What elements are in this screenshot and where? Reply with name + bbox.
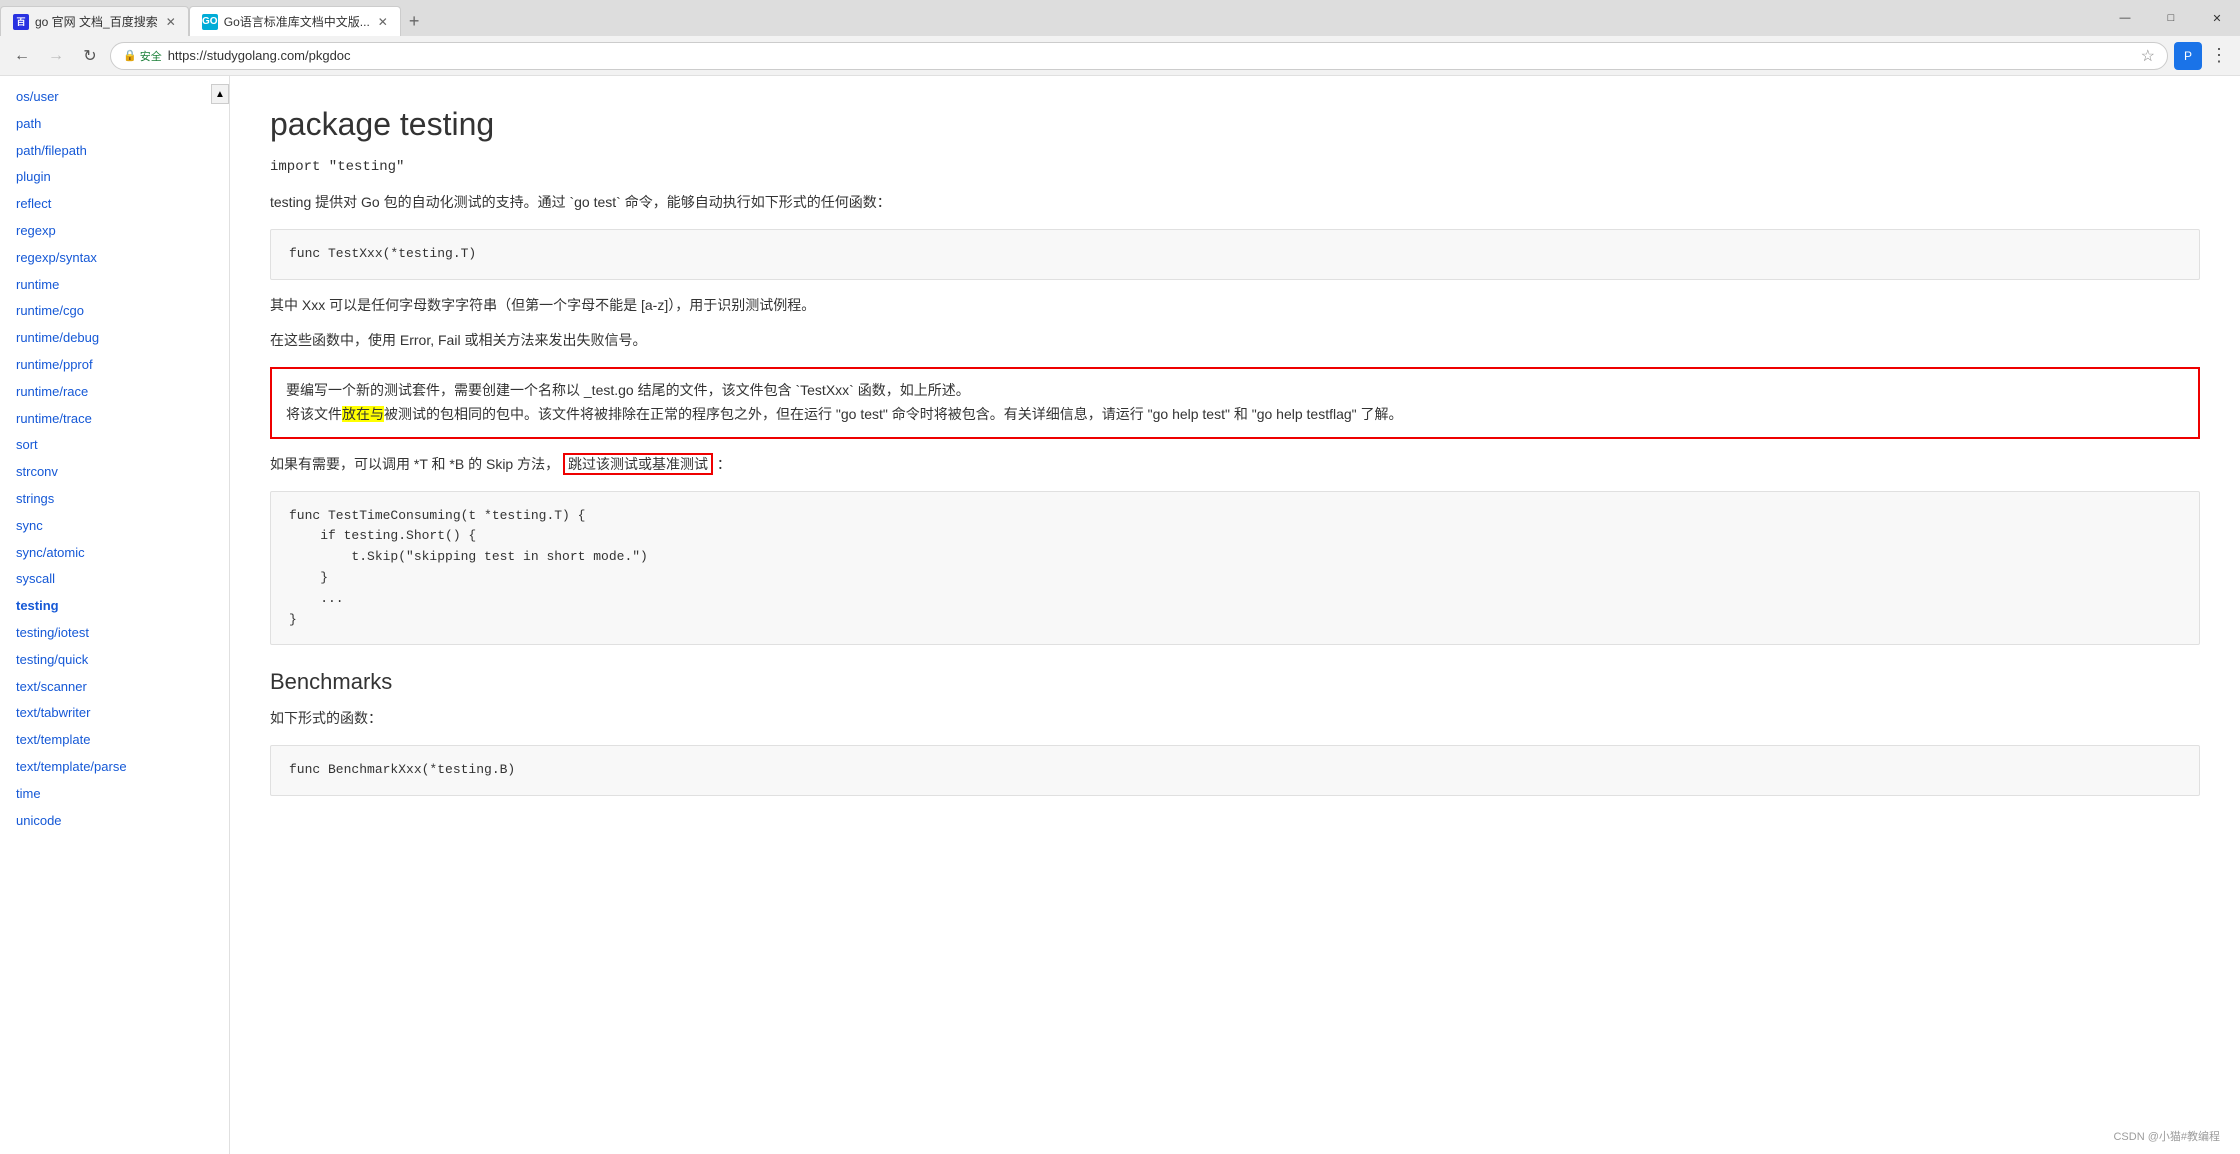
benchmarks-desc: 如下形式的函数： [270, 707, 2200, 731]
tab-1-favicon: 百 [13, 14, 29, 30]
code-line-1: func TestTimeConsuming(t *testing.T) { [289, 506, 2181, 527]
forward-button[interactable]: → [42, 42, 70, 70]
tab-2-close[interactable]: ✕ [378, 15, 388, 29]
profile-button[interactable]: P [2174, 42, 2202, 70]
code-block-3: func BenchmarkXxx(*testing.B) [270, 745, 2200, 796]
browser-wrapper: 百 go 官网 文档_百度搜索 ✕ GO Go语言标准库文档中文版... ✕ +… [0, 0, 2240, 76]
description-3: 在这些函数中，使用 Error, Fail 或相关方法来发出失败信号。 [270, 329, 2200, 353]
sidebar-item-time[interactable]: time [0, 781, 229, 808]
sidebar-item-text-scanner[interactable]: text/scanner [0, 674, 229, 701]
tab-1[interactable]: 百 go 官网 文档_百度搜索 ✕ [0, 6, 189, 36]
sidebar-item-runtime-debug[interactable]: runtime/debug [0, 325, 229, 352]
sidebar-item-unicode[interactable]: unicode [0, 808, 229, 835]
main-content: package testing import "testing" testing… [230, 76, 2240, 1154]
sidebar-item-runtime-trace[interactable]: runtime/trace [0, 406, 229, 433]
tab-2[interactable]: GO Go语言标准库文档中文版... ✕ [189, 6, 401, 36]
sidebar-item-testing-iotest[interactable]: testing/iotest [0, 620, 229, 647]
sidebar-item-path[interactable]: path [0, 111, 229, 138]
more-menu-button[interactable]: ⋮ [2206, 45, 2232, 66]
sidebar-item-regexp-syntax[interactable]: regexp/syntax [0, 245, 229, 272]
sidebar-item-os-user[interactable]: os/user [0, 84, 229, 111]
nav-bar: ← → ↻ 🔒 安全 https://studygolang.com/pkgdo… [0, 36, 2240, 76]
sidebar-item-regexp[interactable]: regexp [0, 218, 229, 245]
lock-icon: 🔒 [123, 49, 137, 62]
code-line-4: } [289, 568, 2181, 589]
code-line-5: ... [289, 589, 2181, 610]
highlighted-text-part2: 将该文件放在与被测试的包相同的包中。该文件将被排除在正常的程序包之外，但在运行 … [286, 406, 1403, 422]
sidebar-item-syscall[interactable]: syscall [0, 566, 229, 593]
page-layout: ▲ os/user path path/filepath plugin refl… [0, 76, 2240, 1154]
import-statement: import "testing" [270, 159, 2200, 175]
new-tab-button[interactable]: + [401, 6, 428, 36]
maximize-button[interactable]: □ [2148, 0, 2194, 36]
code-block-1: func TestXxx(*testing.T) [270, 229, 2200, 280]
code-line-3: t.Skip("skipping test in short mode.") [289, 547, 2181, 568]
benchmarks-title: Benchmarks [270, 669, 2200, 695]
sidebar-item-runtime-pprof[interactable]: runtime/pprof [0, 352, 229, 379]
highlighted-section: 要编写一个新的测试套件，需要创建一个名称以 _test.go 结尾的文件，该文件… [270, 367, 2200, 439]
sidebar-item-runtime-cgo[interactable]: runtime/cgo [0, 298, 229, 325]
bookmark-icon[interactable]: ☆ [2141, 46, 2155, 66]
window-controls: — □ ✕ [2102, 0, 2240, 36]
tab-2-label: Go语言标准库文档中文版... [224, 13, 370, 30]
sidebar-item-sort[interactable]: sort [0, 432, 229, 459]
secure-label: 安全 [140, 48, 162, 64]
sidebar-item-reflect[interactable]: reflect [0, 191, 229, 218]
sidebar: ▲ os/user path path/filepath plugin refl… [0, 76, 230, 1154]
sidebar-item-text-template-parse[interactable]: text/template/parse [0, 754, 229, 781]
package-title: package testing [270, 106, 2200, 143]
minimize-button[interactable]: — [2102, 0, 2148, 36]
highlighted-text-part1: 要编写一个新的测试套件，需要创建一个名称以 _test.go 结尾的文件，该文件… [286, 382, 970, 398]
sidebar-item-runtime-race[interactable]: runtime/race [0, 379, 229, 406]
inline-red-highlight: 跳过该测试或基准测试 [563, 453, 713, 475]
code-line-2: if testing.Short() { [289, 526, 2181, 547]
nav-right-controls: P ⋮ [2174, 42, 2232, 70]
description-4-end: ： [717, 456, 731, 472]
url-display: https://studygolang.com/pkgdoc [168, 48, 2135, 63]
sidebar-item-sync[interactable]: sync [0, 513, 229, 540]
sidebar-item-path-filepath[interactable]: path/filepath [0, 138, 229, 165]
secure-indicator: 🔒 安全 [123, 48, 162, 64]
back-button[interactable]: ← [8, 42, 36, 70]
sidebar-item-strconv[interactable]: strconv [0, 459, 229, 486]
sidebar-scroll-up[interactable]: ▲ [211, 84, 229, 104]
sidebar-item-testing-quick[interactable]: testing/quick [0, 647, 229, 674]
close-button[interactable]: ✕ [2194, 0, 2240, 36]
sidebar-item-testing[interactable]: testing [0, 593, 229, 620]
tab-1-close[interactable]: ✕ [166, 15, 176, 29]
yellow-highlight-1: 放在与 [342, 406, 384, 422]
description-4: 如果有需要，可以调用 *T 和 *B 的 Skip 方法， 跳过该测试或基准测试… [270, 453, 2200, 477]
sidebar-item-strings[interactable]: strings [0, 486, 229, 513]
sidebar-item-plugin[interactable]: plugin [0, 164, 229, 191]
sidebar-item-text-template[interactable]: text/template [0, 727, 229, 754]
description-2: 其中 Xxx 可以是任何字母数字字符串（但第一个字母不能是 [a-z]），用于识… [270, 294, 2200, 318]
code-line-6: } [289, 610, 2181, 631]
reload-button[interactable]: ↻ [76, 42, 104, 70]
sidebar-item-sync-atomic[interactable]: sync/atomic [0, 540, 229, 567]
description-4-text: 如果有需要，可以调用 *T 和 *B 的 Skip 方法， [270, 456, 559, 472]
description-1: testing 提供对 Go 包的自动化测试的支持。通过 `go test` 命… [270, 191, 2200, 215]
tab-1-label: go 官网 文档_百度搜索 [35, 13, 158, 30]
sidebar-item-text-tabwriter[interactable]: text/tabwriter [0, 700, 229, 727]
code-block-2: func TestTimeConsuming(t *testing.T) { i… [270, 491, 2200, 646]
tab-2-favicon: GO [202, 14, 218, 30]
csdn-watermark: CSDN @小猫#教编程 [2113, 1128, 2220, 1144]
tab-bar: 百 go 官网 文档_百度搜索 ✕ GO Go语言标准库文档中文版... ✕ +… [0, 0, 2240, 36]
address-bar[interactable]: 🔒 安全 https://studygolang.com/pkgdoc ☆ [110, 42, 2168, 70]
sidebar-item-runtime[interactable]: runtime [0, 272, 229, 299]
